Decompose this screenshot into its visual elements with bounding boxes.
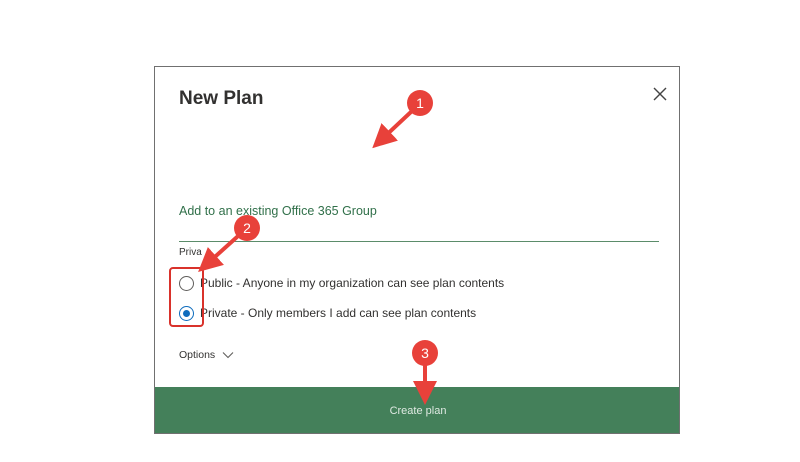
dialog-title: New Plan — [179, 88, 264, 109]
privacy-label: Priva — [179, 247, 202, 258]
options-label: Options — [179, 349, 216, 361]
private-radio[interactable] — [179, 305, 194, 321]
new-plan-dialog: New Plan Add to an existing Office 365 G… — [154, 66, 680, 434]
privacy-option-private[interactable]: Private - Only members I add can see pla… — [179, 302, 476, 324]
options-toggle[interactable]: Options — [179, 346, 234, 364]
create-plan-button[interactable]: Create plan — [155, 387, 679, 433]
public-radio[interactable] — [179, 275, 194, 291]
add-to-existing-group-link[interactable]: Add to an existing Office 365 Group — [179, 204, 377, 218]
privacy-option-public[interactable]: Public - Anyone in my organization can s… — [179, 272, 504, 294]
chevron-down-icon — [222, 352, 234, 359]
close-button[interactable] — [649, 83, 671, 105]
private-radio-label: Private - Only members I add can see pla… — [200, 306, 477, 320]
public-radio-label: Public - Anyone in my organization can s… — [200, 276, 505, 290]
close-icon — [653, 87, 667, 101]
